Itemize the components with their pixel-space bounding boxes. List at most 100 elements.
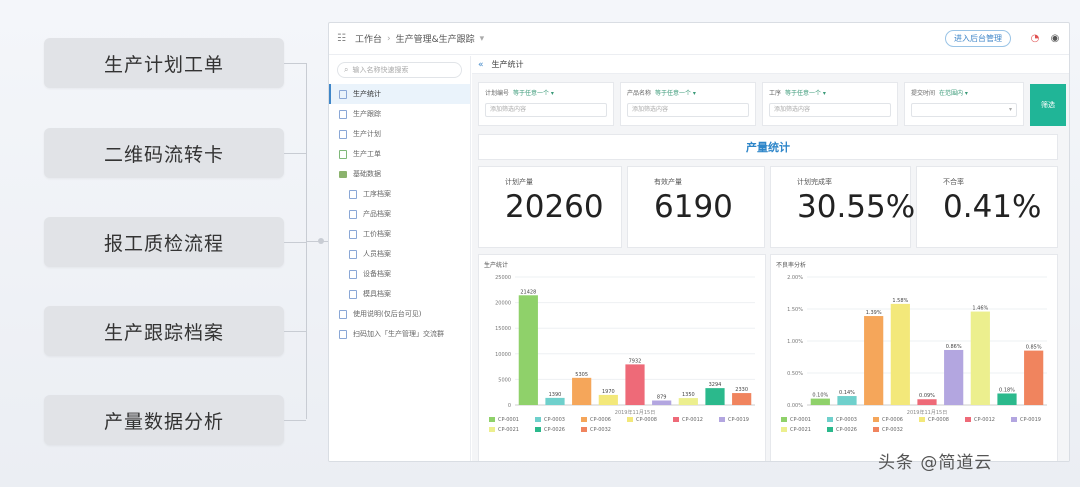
filter-input[interactable]: 添加筛选内容 [485,103,607,117]
sidebar-subitem-price[interactable]: 工价档案 [329,224,470,244]
kpi-value: 6190 [654,189,733,225]
chart-panel-defect: 不良率分析 0.00% 0.50% 1.00% 1.50% 2.00% 0.10% 0.14… [770,254,1058,461]
filter-plan-number[interactable]: 计划编号 等于任意一个 ▾ 添加筛选内容 [478,82,614,126]
bar-CP-0026[interactable] [997,393,1017,405]
legend-label[interactable]: CP-0008 [928,417,949,423]
sidebar-item-label: 工价档案 [363,230,391,238]
bar-CP-0006[interactable] [572,377,592,405]
topbar: ☷ 工作台 › 生产管理&生产跟踪 ▾ 进入后台管理 ◔ ◉ [329,23,1069,55]
legend-label[interactable]: CP-0026 [544,427,565,433]
legend-label[interactable]: CP-0032 [882,427,903,433]
data-label: 0.85% [1026,345,1042,351]
sidebar-item-label: 基础数据 [353,170,381,178]
filter-query-button[interactable]: 筛选 [1030,84,1066,126]
sidebar-item-base-data[interactable]: 基础数据 [329,164,470,184]
notification-icon[interactable]: ◔ [1029,33,1041,45]
sidebar-item-label: 生产统计 [353,90,381,98]
sidebar-search-input[interactable]: ⌕ 输入名称快速搜索 [337,62,462,78]
bar-CP-0032[interactable] [732,393,752,405]
y-tick-label: 0.00% [787,403,803,409]
bar-CP-0001[interactable] [810,398,830,405]
sidebar-item-label: 产品档案 [363,210,391,218]
app-window: ☷ 工作台 › 生产管理&生产跟踪 ▾ 进入后台管理 ◔ ◉ ⌕ 输入名称快速搜… [328,22,1070,462]
bar-CP-0012[interactable] [625,364,645,405]
sidebar-item-work-order[interactable]: 生产工单 [329,144,470,164]
kpi-label: 计划完成率 [797,178,832,186]
connector-line [284,63,306,64]
y-tick-label: 2.00% [787,275,803,281]
chevron-down-icon[interactable]: ▾ [480,34,485,44]
sidebar-item-production-tracking[interactable]: 生产跟踪 [329,104,470,124]
legend-label[interactable]: CP-0021 [498,427,519,433]
breadcrumb-home[interactable]: 工作台 [355,32,382,45]
legend-swatch [1011,417,1017,422]
admin-manage-button[interactable]: 进入后台管理 [945,30,1011,47]
document-icon [339,329,347,339]
legend-swatch [919,417,925,422]
filter-operator[interactable]: 等于任意一个 ▾ [785,88,826,97]
legend-swatch [627,417,633,422]
sidebar-subitem-staff[interactable]: 人员档案 [329,244,470,264]
bar-CP-0003[interactable] [545,397,565,405]
bar-CP-0008[interactable] [890,303,910,405]
sidebar-subitem-mold[interactable]: 模具档案 [329,284,470,304]
sidebar-item-production-plan[interactable]: 生产计划 [329,124,470,144]
filter-product-name[interactable]: 产品名称 等于任意一个 ▾ 添加筛选内容 [620,82,756,126]
legend-swatch [827,427,833,432]
sidebar-item-production-stats[interactable]: 生产统计 [329,84,470,104]
search-placeholder: 输入名称快速搜索 [352,66,409,74]
legend-label[interactable]: CP-0001 [790,417,811,423]
legend-label[interactable]: CP-0003 [544,417,565,423]
sidebar-item-label: 设备档案 [363,270,391,278]
bar-CP-0021[interactable] [970,311,990,405]
bar-CP-0006[interactable] [864,316,884,405]
collapse-sidebar-icon[interactable]: « [478,60,484,70]
sidebar-subitem-equipment[interactable]: 设备档案 [329,264,470,284]
feature-card-analysis: 产量数据分析 [44,395,284,445]
filter-process[interactable]: 工序 等于任意一个 ▾ 添加筛选内容 [762,82,898,126]
production-bar-chart: 0 5000 10000 15000 20000 25000 21428 1390 5305 19… [489,275,755,433]
bar-CP-0001[interactable] [518,295,538,405]
legend-label[interactable]: CP-0019 [728,417,749,423]
legend-label[interactable]: CP-0019 [1020,417,1041,423]
bar-CP-0019[interactable] [944,349,964,405]
filter-input[interactable]: 添加筛选内容 [627,103,749,117]
bar-CP-0008[interactable] [598,394,618,405]
sidebar-subitem-product[interactable]: 产品档案 [329,204,470,224]
legend-label[interactable]: CP-0012 [682,417,703,423]
sidebar-item-usage-guide[interactable]: 使用说明(仅后台可见) [329,304,470,324]
legend-label[interactable]: CP-0012 [974,417,995,423]
legend-swatch [781,417,787,422]
user-avatar-icon[interactable]: ◉ [1049,33,1061,45]
connector-join [306,241,328,242]
apps-grid-icon[interactable]: ☷ [337,33,347,44]
defect-bar-chart: 0.00% 0.50% 1.00% 1.50% 2.00% 0.10% 0.14% 1.39%… [781,275,1047,433]
breadcrumb-current[interactable]: 生产管理&生产跟踪 [396,32,475,45]
bar-CP-0003[interactable] [837,396,857,405]
legend-label[interactable]: CP-0006 [882,417,903,423]
bar-CP-0019[interactable] [652,400,672,405]
bar-CP-0021[interactable] [678,398,698,405]
legend-label[interactable]: CP-0003 [836,417,857,423]
legend-label[interactable]: CP-0001 [498,417,519,423]
filter-submit-time[interactable]: 提交时间 在范围内 ▾ ▾ [904,82,1024,126]
bar-CP-0032[interactable] [1024,350,1044,405]
legend-label[interactable]: CP-0026 [836,427,857,433]
filter-operator[interactable]: 等于任意一个 ▾ [655,88,696,97]
bar-CP-0012[interactable] [917,399,937,405]
y-tick-label: 1.50% [787,307,803,313]
legend-swatch [489,417,495,422]
legend-label[interactable]: CP-0032 [590,427,611,433]
filter-input[interactable]: 添加筛选内容 [769,103,891,117]
sidebar-item-join-group[interactable]: 扫码加入「生产管理」交流群 [329,324,470,344]
sidebar-subitem-process[interactable]: 工序档案 [329,184,470,204]
main-content: « 生产统计 计划编号 等于任意一个 ▾ 添加筛选内容 产品名称 等于任意一个 ▾ … [472,56,1069,461]
date-range-input[interactable]: ▾ [911,103,1017,117]
legend-label[interactable]: CP-0006 [590,417,611,423]
watermark-text: 头条 @简道云 [878,453,993,473]
legend-label[interactable]: CP-0021 [790,427,811,433]
bar-CP-0026[interactable] [705,388,725,405]
filter-operator[interactable]: 在范围内 ▾ [939,88,968,97]
filter-operator[interactable]: 等于任意一个 ▾ [513,88,554,97]
legend-label[interactable]: CP-0008 [636,417,657,423]
